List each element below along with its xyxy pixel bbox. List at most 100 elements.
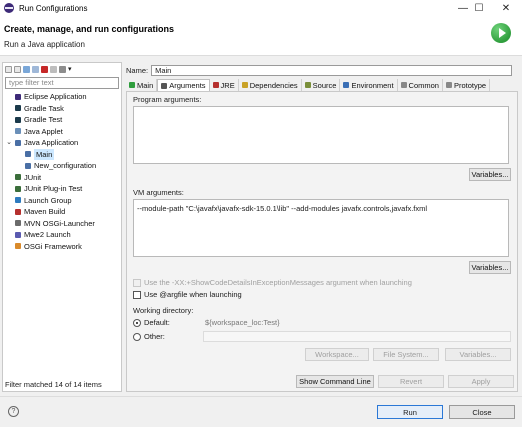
default-directory-value: ${workspace_loc:Test}	[205, 318, 280, 327]
program-arguments-field[interactable]	[133, 106, 509, 164]
mvn-osgi-icon	[15, 220, 21, 227]
tab-dependencies[interactable]: Dependencies	[239, 79, 302, 91]
show-code-details-checkbox[interactable]: Use the -XX:+ShowCodeDetailsInExceptionM…	[133, 278, 412, 287]
tab-main[interactable]: Main	[126, 79, 158, 91]
osgi-icon	[15, 243, 21, 250]
tree-item[interactable]: Gradle Task	[3, 103, 121, 115]
tab-label: Arguments	[169, 81, 206, 90]
tree-item[interactable]: Java Applet	[3, 126, 121, 138]
name-row: Name: Main	[126, 65, 513, 76]
window-title: Run Configurations	[19, 3, 88, 13]
tab-label: Main	[137, 80, 154, 90]
program-variables-button[interactable]: Variables...	[469, 168, 511, 181]
tree-item-label: Java Applet	[24, 126, 63, 136]
config-tabs: Main Arguments JRE Dependencies Source Enviro…	[126, 79, 491, 91]
checkbox-box	[133, 290, 141, 299]
prototype-tab-icon	[445, 82, 452, 88]
tree-item-label: Main	[34, 148, 55, 160]
source-tab-icon	[304, 82, 311, 88]
tree-item[interactable]: Launch Group	[3, 195, 121, 207]
title-bar: Run Configurations — ☐ ✕	[0, 0, 522, 16]
tree-item[interactable]: OSGi Framework	[3, 241, 121, 253]
apply-button[interactable]: Apply	[448, 375, 514, 388]
revert-button[interactable]: Revert	[378, 375, 444, 388]
configuration-tree-panel: ▾ type filter text Eclipse Application Gr…	[2, 62, 122, 392]
chevron-down-icon[interactable]: ⌄	[5, 137, 13, 149]
eclipse-app-icon	[4, 3, 14, 13]
tab-environment[interactable]: Environment	[340, 79, 398, 91]
workspace-button[interactable]: Workspace...	[305, 348, 369, 361]
tab-source[interactable]: Source	[302, 79, 341, 91]
tree-item[interactable]: MVN OSGi-Launcher	[3, 218, 121, 230]
vm-arguments-field[interactable]: --module-path "C:\javafx\javafx-sdk-15.0…	[133, 199, 509, 257]
header-title: Create, manage, and run configurations	[4, 24, 175, 34]
tab-jre[interactable]: JRE	[210, 79, 239, 91]
new-prototype-icon[interactable]	[14, 65, 21, 73]
name-label: Name:	[126, 66, 149, 75]
working-directory-label: Working directory:	[133, 306, 194, 315]
close-button[interactable]: Close	[449, 405, 515, 419]
tree-item[interactable]: JUnit	[3, 172, 121, 184]
export-icon[interactable]	[23, 65, 30, 73]
dialog-header: Create, manage, and run configurations R…	[0, 16, 522, 56]
tree-item[interactable]: Maven Build	[3, 206, 121, 218]
vm-variables-button[interactable]: Variables...	[469, 261, 511, 274]
new-config-icon[interactable]	[5, 65, 12, 73]
tree-item[interactable]: ⌄ Java Application	[3, 137, 121, 149]
tree-item-label: Gradle Task	[24, 103, 64, 113]
tree-item[interactable]: JUnit Plug-in Test	[3, 183, 121, 195]
tree-item-label: New_configuration	[34, 161, 97, 170]
tree-item-label: Launch Group	[24, 195, 72, 205]
tree-toolbar: ▾	[3, 63, 121, 75]
header-subtitle: Run a Java application	[4, 40, 85, 49]
radio-circle	[133, 332, 141, 341]
other-radio[interactable]: Other:	[133, 332, 165, 341]
view-menu-icon[interactable]: ▾	[68, 66, 75, 73]
tree-item[interactable]: New_configuration	[3, 160, 121, 172]
filter-icon[interactable]	[59, 65, 66, 73]
tab-label: Dependencies	[249, 80, 298, 90]
maximize-button[interactable]: ☐	[465, 0, 493, 16]
show-command-line-button[interactable]: Show Command Line	[296, 375, 374, 388]
default-radio[interactable]: Default:	[133, 318, 170, 327]
tab-prototype[interactable]: Prototype	[443, 79, 491, 91]
other-radio-label: Other:	[144, 332, 165, 341]
launch-group-icon	[15, 197, 21, 204]
file-system-button[interactable]: File System...	[373, 348, 439, 361]
other-directory-field[interactable]	[203, 331, 511, 342]
tree-item[interactable]: Eclipse Application	[3, 91, 121, 103]
dialog-footer: ? Run Close	[0, 396, 522, 427]
filter-input[interactable]: type filter text	[5, 77, 119, 89]
tab-arguments[interactable]: Arguments	[157, 79, 210, 91]
environment-tab-icon	[343, 82, 350, 88]
default-radio-label: Default:	[144, 318, 170, 327]
tree-item-label: MVN OSGi-Launcher	[24, 218, 95, 228]
delete-icon[interactable]	[41, 65, 48, 73]
duplicate-icon[interactable]	[32, 65, 39, 73]
tab-label: Environment	[351, 80, 394, 90]
radio-circle	[133, 318, 141, 327]
tree-item-label: JUnit Plug-in Test	[24, 184, 83, 193]
collapse-all-icon[interactable]	[50, 65, 57, 73]
working-dir-variables-button[interactable]: Variables...	[445, 348, 511, 361]
tab-label: Prototype	[453, 80, 487, 90]
configuration-editor: Name: Main Main Arguments JRE Dependencies S…	[124, 62, 520, 394]
help-icon[interactable]: ?	[8, 406, 19, 417]
checkbox-box	[133, 278, 141, 287]
tab-label: Common	[408, 80, 439, 90]
tree-item[interactable]: Main	[3, 148, 121, 160]
dependencies-tab-icon	[241, 82, 248, 88]
tree-item-label: Java Application	[24, 138, 79, 147]
tree-item[interactable]: Gradle Test	[3, 114, 121, 126]
junit-plugin-icon	[15, 185, 21, 192]
arguments-tab-icon	[161, 82, 168, 89]
tab-common[interactable]: Common	[398, 79, 443, 91]
tree-item-label: Eclipse Application	[24, 92, 87, 101]
name-input[interactable]: Main	[151, 65, 513, 76]
run-button[interactable]: Run	[377, 405, 443, 419]
program-arguments-label: Program arguments:	[133, 95, 202, 104]
close-window-button[interactable]: ✕	[492, 0, 520, 16]
junit-icon	[15, 174, 21, 181]
argfile-checkbox[interactable]: Use @argfile when launching	[133, 290, 242, 299]
tree-item[interactable]: Mwe2 Launch	[3, 229, 121, 241]
